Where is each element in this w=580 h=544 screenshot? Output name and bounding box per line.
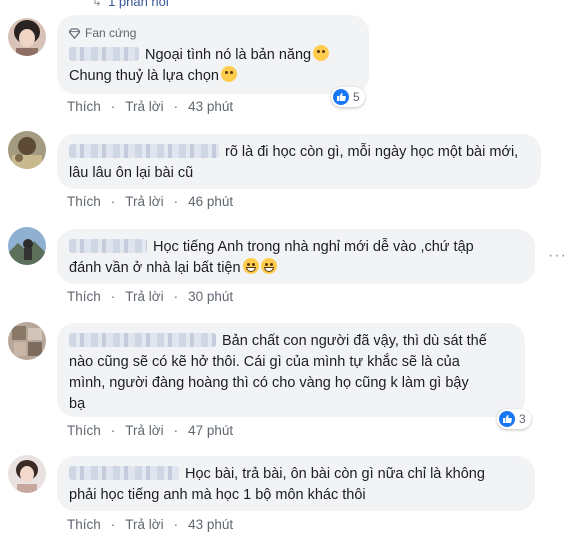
- separator: ·: [173, 423, 179, 438]
- diamond-icon: [69, 28, 80, 39]
- like-link[interactable]: Thích: [67, 194, 101, 209]
- separator: ·: [173, 99, 179, 114]
- comment-text-line: Học bài, trả bài, ôn bài còn gì nữa chỉ …: [185, 466, 485, 482]
- comment-actions: Thích · Trả lời · 43 phút: [67, 517, 243, 532]
- comment-text-line: phải học tiếng anh mà học 1 bộ môn khác …: [69, 487, 366, 503]
- commenter-name[interactable]: [69, 333, 216, 347]
- fan-badge: Fan cứng: [69, 23, 357, 44]
- comment-text-line: đánh vần ở nhà lại bất tiện: [69, 260, 241, 276]
- reply-link[interactable]: Trả lời: [125, 289, 163, 304]
- comment-bubble: Học tiếng Anh trong nhà nghỉ mới dễ vào …: [57, 229, 535, 284]
- separator: ·: [110, 194, 116, 209]
- comment-text-line: lâu lâu ôn lại bài cũ: [69, 165, 194, 181]
- laughing-emoji-icon: [260, 258, 277, 274]
- comment-actions: Thích · Trả lời · 43 phút: [67, 99, 243, 114]
- reaction-number: 5: [353, 90, 360, 104]
- thumbs-up-icon: [499, 411, 515, 427]
- comment-text-line: rõ là đi học còn gì, mỗi ngày học một bà…: [225, 144, 519, 160]
- timestamp[interactable]: 43 phút: [188, 517, 233, 532]
- reply-link[interactable]: Trả lời: [125, 99, 163, 114]
- like-link[interactable]: Thích: [67, 289, 101, 304]
- separator: ·: [173, 289, 179, 304]
- like-link[interactable]: Thích: [67, 423, 101, 438]
- reply-link[interactable]: Trả lời: [125, 423, 163, 438]
- timestamp[interactable]: 47 phút: [188, 423, 233, 438]
- like-link[interactable]: Thích: [67, 517, 101, 532]
- comment-actions: Thích · Trả lời · 30 phút: [67, 289, 243, 304]
- comment-bubble: Bản chất con người đã vậy, thì dù sát th…: [57, 323, 525, 417]
- like-link[interactable]: Thích: [67, 99, 101, 114]
- comment-text-line: Bản chất con người đã vậy, thì dù sát th…: [222, 333, 487, 349]
- separator: ·: [110, 99, 116, 114]
- commenter-name[interactable]: [69, 144, 219, 158]
- sweat-emoji-icon: [313, 45, 330, 61]
- laughing-emoji-icon: [242, 258, 259, 274]
- reply-link[interactable]: Trả lời: [125, 194, 163, 209]
- badge-label: Fan cứng: [85, 26, 137, 40]
- comment-text-line: mình, người đàng hoàng thì có cho vàng h…: [69, 375, 469, 391]
- more-options-icon[interactable]: ···: [548, 247, 567, 265]
- reaction-count[interactable]: 3: [497, 409, 531, 429]
- timestamp[interactable]: 43 phút: [188, 99, 233, 114]
- avatar[interactable]: [8, 18, 46, 56]
- comment-text-line: Ngoại tình nó là bản năng: [145, 47, 312, 63]
- view-replies-label: 1 phản hồi: [108, 0, 169, 9]
- reply-link[interactable]: Trả lời: [125, 517, 163, 532]
- comment-actions: Thích · Trả lời · 47 phút: [67, 423, 243, 438]
- reaction-number: 3: [519, 412, 526, 426]
- comment-text-line: bạ: [69, 396, 86, 412]
- comment-text-line: nào cũng sẽ có kẽ hở thôi. Cái gì của mì…: [69, 354, 460, 370]
- commenter-name[interactable]: [69, 466, 179, 480]
- view-replies-link[interactable]: ↳ 1 phản hồi: [92, 0, 169, 9]
- separator: ·: [110, 423, 116, 438]
- commenter-name[interactable]: [69, 239, 147, 253]
- separator: ·: [110, 517, 116, 532]
- comment-text-line: Chung thuỷ là lựa chọn: [69, 68, 219, 84]
- comment-bubble: Fan cứng Ngoại tình nó là bản năng Chung…: [57, 15, 369, 94]
- avatar[interactable]: [8, 227, 46, 265]
- comment-bubble: rõ là đi học còn gì, mỗi ngày học một bà…: [57, 134, 541, 189]
- timestamp[interactable]: 30 phút: [188, 289, 233, 304]
- comment-bubble: Học bài, trả bài, ôn bài còn gì nữa chỉ …: [57, 456, 535, 511]
- reply-arrow-icon: ↳: [92, 0, 103, 9]
- eye-roll-emoji-icon: [220, 66, 237, 82]
- timestamp[interactable]: 46 phút: [188, 194, 233, 209]
- reaction-count[interactable]: 5: [331, 87, 365, 107]
- separator: ·: [173, 517, 179, 532]
- separator: ·: [110, 289, 116, 304]
- avatar[interactable]: [8, 131, 46, 169]
- thumbs-up-icon: [333, 89, 349, 105]
- comment-text-line: Học tiếng Anh trong nhà nghỉ mới dễ vào …: [153, 239, 474, 255]
- separator: ·: [173, 194, 179, 209]
- avatar[interactable]: [8, 322, 46, 360]
- comment-actions: Thích · Trả lời · 46 phút: [67, 194, 243, 209]
- commenter-name[interactable]: [69, 47, 139, 61]
- avatar[interactable]: [8, 455, 46, 493]
